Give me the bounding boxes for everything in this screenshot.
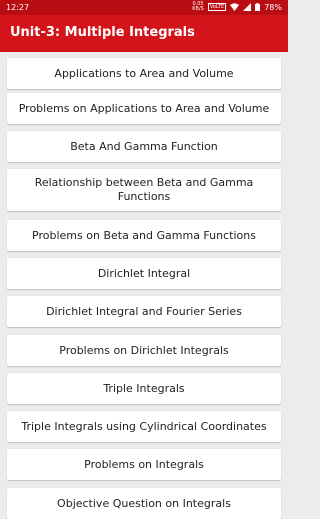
list-item-label: Problems on Beta and Gamma Functions xyxy=(32,228,256,242)
list-item[interactable]: Triple Integrals using Cylindrical Coord… xyxy=(7,411,281,442)
list-item[interactable]: Relationship between Beta and Gamma Func… xyxy=(7,169,281,211)
list-item[interactable]: Dirichlet Integral xyxy=(7,258,281,289)
battery-icon xyxy=(255,3,261,11)
list-item-label: Problems on Applications to Area and Vol… xyxy=(18,101,270,115)
list-item[interactable]: Problems on Integrals xyxy=(7,449,281,480)
status-icons: 0.05 KB/S VoLTE 78% xyxy=(192,2,282,12)
list-item[interactable]: Problems on Dirichlet Integrals xyxy=(7,335,281,366)
list-item-label: Objective Question on Integrals xyxy=(57,496,231,510)
list-item-label: Beta And Gamma Function xyxy=(70,139,218,153)
list-item[interactable]: Beta And Gamma Function xyxy=(7,131,281,162)
list-item[interactable]: Problems on Beta and Gamma Functions xyxy=(7,220,281,251)
list-item[interactable]: Applications to Area and Volume xyxy=(7,58,281,89)
status-bar: 12:27 0.05 KB/S VoLTE 78% xyxy=(0,0,288,15)
list-item-label: Dirichlet Integral xyxy=(97,266,191,280)
app-bar: Unit-3: Multiple Integrals xyxy=(0,15,288,52)
signal-icon xyxy=(243,3,252,11)
list-item-label: Relationship between Beta and Gamma Func… xyxy=(34,176,254,203)
list-item[interactable]: Triple Integrals xyxy=(7,373,281,404)
list-item-label: Triple Integrals using Cylindrical Coord… xyxy=(21,419,267,433)
battery-level: 78% xyxy=(264,2,282,12)
list-item[interactable]: Dirichlet Integral and Fourier Series xyxy=(7,296,281,327)
network-speed: 0.05 KB/S xyxy=(192,1,204,12)
list-item[interactable]: Objective Question on Integrals xyxy=(7,488,281,519)
topic-list: Applications to Area and Volume Problems… xyxy=(0,52,288,519)
list-item-label: Problems on Dirichlet Integrals xyxy=(59,343,229,357)
list-item-label: Problems on Integrals xyxy=(84,457,204,471)
status-time: 12:27 xyxy=(6,3,30,12)
list-item[interactable]: Problems on Applications to Area and Vol… xyxy=(7,93,281,124)
page-title: Unit-3: Multiple Integrals xyxy=(10,25,195,40)
list-item-label: Dirichlet Integral and Fourier Series xyxy=(46,304,242,318)
list-item-label: Applications to Area and Volume xyxy=(54,66,234,80)
wifi-icon xyxy=(230,3,240,11)
list-item-label: Triple Integrals xyxy=(103,381,185,395)
volte-badge: VoLTE xyxy=(207,3,227,11)
